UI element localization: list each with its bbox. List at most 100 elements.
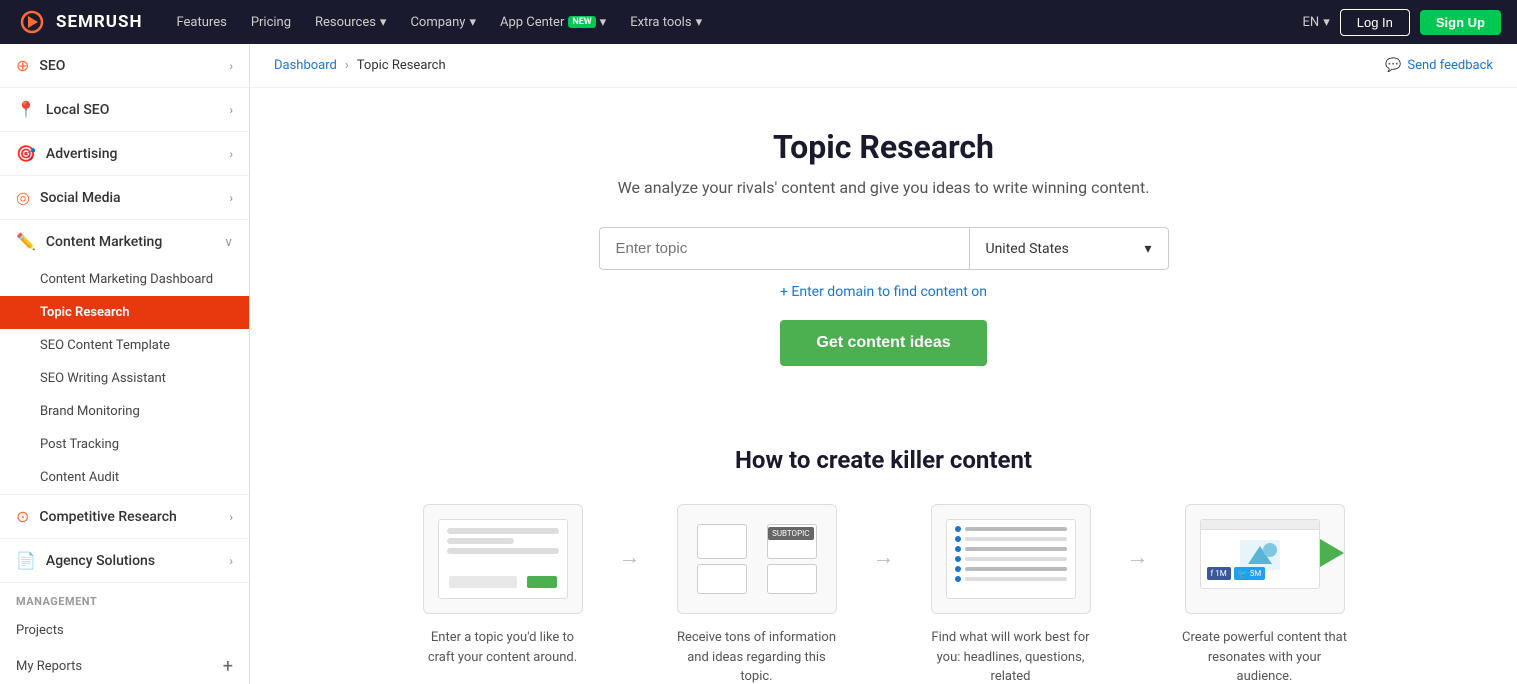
sidebar-item-my-reports[interactable]: My Reports + xyxy=(0,647,249,684)
step-2-visual: SUBTOPIC xyxy=(677,504,837,614)
new-badge: NEW xyxy=(568,16,595,28)
sidebar-item-advertising[interactable]: 🎯 Advertising › xyxy=(0,132,249,175)
breadcrumb-bar: Dashboard › Topic Research 💬 Send feedba… xyxy=(250,44,1517,88)
advertising-icon: 🎯 xyxy=(16,144,36,163)
sidebar-label-agency-solutions: Agency Solutions xyxy=(46,553,155,569)
subtopic-tag: SUBTOPIC xyxy=(768,527,813,540)
get-content-ideas-button[interactable]: Get content ideas xyxy=(780,320,986,366)
step-arrow-3: → xyxy=(1127,504,1149,570)
step-4-visual: f1M 🐦5M xyxy=(1185,504,1345,614)
feedback-label: Send feedback xyxy=(1407,58,1493,73)
step-4: f1M 🐦5M C xyxy=(1155,504,1375,684)
sidebar-section-advertising: 🎯 Advertising › xyxy=(0,132,249,176)
nav-extra-tools[interactable]: Extra tools ▾ xyxy=(620,9,712,36)
main-content: Dashboard › Topic Research 💬 Send feedba… xyxy=(250,44,1517,684)
sidebar-item-local-seo[interactable]: 📍 Local SEO › xyxy=(0,88,249,131)
chevron-right-icon: › xyxy=(229,510,233,524)
twitter-badge: 🐦5M xyxy=(1234,567,1265,580)
play-icon xyxy=(1320,539,1344,567)
content-marketing-subitems: Content Marketing Dashboard Topic Resear… xyxy=(0,263,249,494)
management-label: MANAGEMENT xyxy=(0,583,249,614)
search-row: United States ▾ xyxy=(270,227,1497,270)
sidebar-item-competitive-research[interactable]: ⊙ Competitive Research › xyxy=(0,495,249,538)
nav-right: EN ▾ Log In Sign Up xyxy=(1303,9,1501,36)
breadcrumb-current: Topic Research xyxy=(357,58,446,73)
breadcrumb-separator: › xyxy=(345,58,349,73)
sidebar-label-advertising: Advertising xyxy=(46,146,118,162)
page-subtitle: We analyze your rivals' content and give… xyxy=(270,178,1497,197)
sidebar-section-seo: ⊕ SEO › xyxy=(0,44,249,88)
step-arrow-1: → xyxy=(619,504,641,570)
hero-section: Topic Research We analyze your rivals' c… xyxy=(250,88,1517,436)
breadcrumb-parent[interactable]: Dashboard xyxy=(274,58,337,73)
chevron-right-icon: › xyxy=(229,191,233,205)
how-to-section: How to create killer content Enter a top… xyxy=(250,436,1517,684)
sidebar-item-social-media[interactable]: ◎ Social Media › xyxy=(0,176,249,219)
sidebar-item-projects[interactable]: Projects xyxy=(0,614,249,647)
sidebar-label-social-media: Social Media xyxy=(40,190,121,206)
sidebar-item-topic-research[interactable]: Topic Research xyxy=(0,296,249,329)
top-navigation: SEMRUSH Features Pricing Resources ▾ Com… xyxy=(0,0,1517,44)
sidebar-label-competitive-research: Competitive Research xyxy=(39,509,176,525)
step-1-desc: Enter a topic you'd like to craft your c… xyxy=(418,628,588,667)
seo-icon: ⊕ xyxy=(16,56,29,75)
competitive-research-icon: ⊙ xyxy=(16,507,29,526)
facebook-badge: f1M xyxy=(1207,567,1231,580)
step-3-desc: Find what will work best for you: headli… xyxy=(926,628,1096,684)
nav-items: Features Pricing Resources ▾ Company ▾ A… xyxy=(166,9,1278,36)
sidebar-item-content-audit[interactable]: Content Audit xyxy=(0,461,249,494)
step-1: Enter a topic you'd like to craft your c… xyxy=(393,504,613,667)
login-button[interactable]: Log In xyxy=(1340,9,1410,36)
steps-row: Enter a topic you'd like to craft your c… xyxy=(270,504,1497,684)
plus-icon: + xyxy=(223,656,233,677)
agency-solutions-icon: 📄 xyxy=(16,551,36,570)
nav-resources[interactable]: Resources ▾ xyxy=(305,9,396,36)
feedback-icon: 💬 xyxy=(1385,58,1401,73)
nav-company[interactable]: Company ▾ xyxy=(400,9,486,36)
language-selector[interactable]: EN ▾ xyxy=(1303,15,1330,30)
chevron-right-icon: › xyxy=(229,59,233,73)
app-layout: ⊕ SEO › 📍 Local SEO › 🎯 Advertising xyxy=(0,44,1517,684)
domain-link[interactable]: + Enter domain to find content on xyxy=(270,284,1497,300)
chevron-down-icon: ∨ xyxy=(224,235,233,249)
logo-text: SEMRUSH xyxy=(56,12,142,32)
step-2: SUBTOPIC Receive tons of information and… xyxy=(647,504,867,684)
country-select[interactable]: United States ▾ xyxy=(969,227,1169,270)
sidebar-label-local-seo: Local SEO xyxy=(46,102,109,118)
chevron-right-icon: › xyxy=(229,103,233,117)
chevron-right-icon: › xyxy=(229,147,233,161)
sidebar: ⊕ SEO › 📍 Local SEO › 🎯 Advertising xyxy=(0,44,250,684)
sidebar-section-competitive-research: ⊙ Competitive Research › xyxy=(0,495,249,539)
nav-app-center[interactable]: App Center NEW ▾ xyxy=(490,9,616,36)
step-3: Find what will work best for you: headli… xyxy=(901,504,1121,684)
step-4-desc: Create powerful content that resonates w… xyxy=(1180,628,1350,684)
sidebar-item-agency-solutions[interactable]: 📄 Agency Solutions › xyxy=(0,539,249,582)
sidebar-section-local-seo: 📍 Local SEO › xyxy=(0,88,249,132)
sidebar-item-cm-dashboard[interactable]: Content Marketing Dashboard xyxy=(0,263,249,296)
sidebar-item-seo-content-template[interactable]: SEO Content Template xyxy=(0,329,249,362)
step-2-desc: Receive tons of information and ideas re… xyxy=(672,628,842,684)
content-marketing-icon: ✏️ xyxy=(16,232,36,251)
step-arrow-2: → xyxy=(873,504,895,570)
logo[interactable]: SEMRUSH xyxy=(16,6,142,38)
sidebar-label-content-marketing: Content Marketing xyxy=(46,234,162,250)
country-value: United States xyxy=(986,241,1069,257)
local-seo-icon: 📍 xyxy=(16,100,36,119)
sidebar-item-brand-monitoring[interactable]: Brand Monitoring xyxy=(0,395,249,428)
how-to-title: How to create killer content xyxy=(270,446,1497,474)
step-1-visual xyxy=(423,504,583,614)
nav-pricing[interactable]: Pricing xyxy=(241,9,301,36)
sidebar-label-seo: SEO xyxy=(39,58,65,74)
sidebar-section-content-marketing: ✏️ Content Marketing ∨ Content Marketing… xyxy=(0,220,249,495)
step-3-visual xyxy=(931,504,1091,614)
sidebar-item-content-marketing[interactable]: ✏️ Content Marketing ∨ xyxy=(0,220,249,263)
sidebar-item-seo[interactable]: ⊕ SEO › xyxy=(0,44,249,87)
nav-features[interactable]: Features xyxy=(166,9,236,36)
social-media-icon: ◎ xyxy=(16,188,30,207)
feedback-link[interactable]: 💬 Send feedback xyxy=(1385,58,1493,73)
sidebar-item-seo-writing-assistant[interactable]: SEO Writing Assistant xyxy=(0,362,249,395)
sidebar-section-social-media: ◎ Social Media › xyxy=(0,176,249,220)
sidebar-item-post-tracking[interactable]: Post Tracking xyxy=(0,428,249,461)
topic-input[interactable] xyxy=(599,227,969,270)
signup-button[interactable]: Sign Up xyxy=(1420,10,1501,35)
